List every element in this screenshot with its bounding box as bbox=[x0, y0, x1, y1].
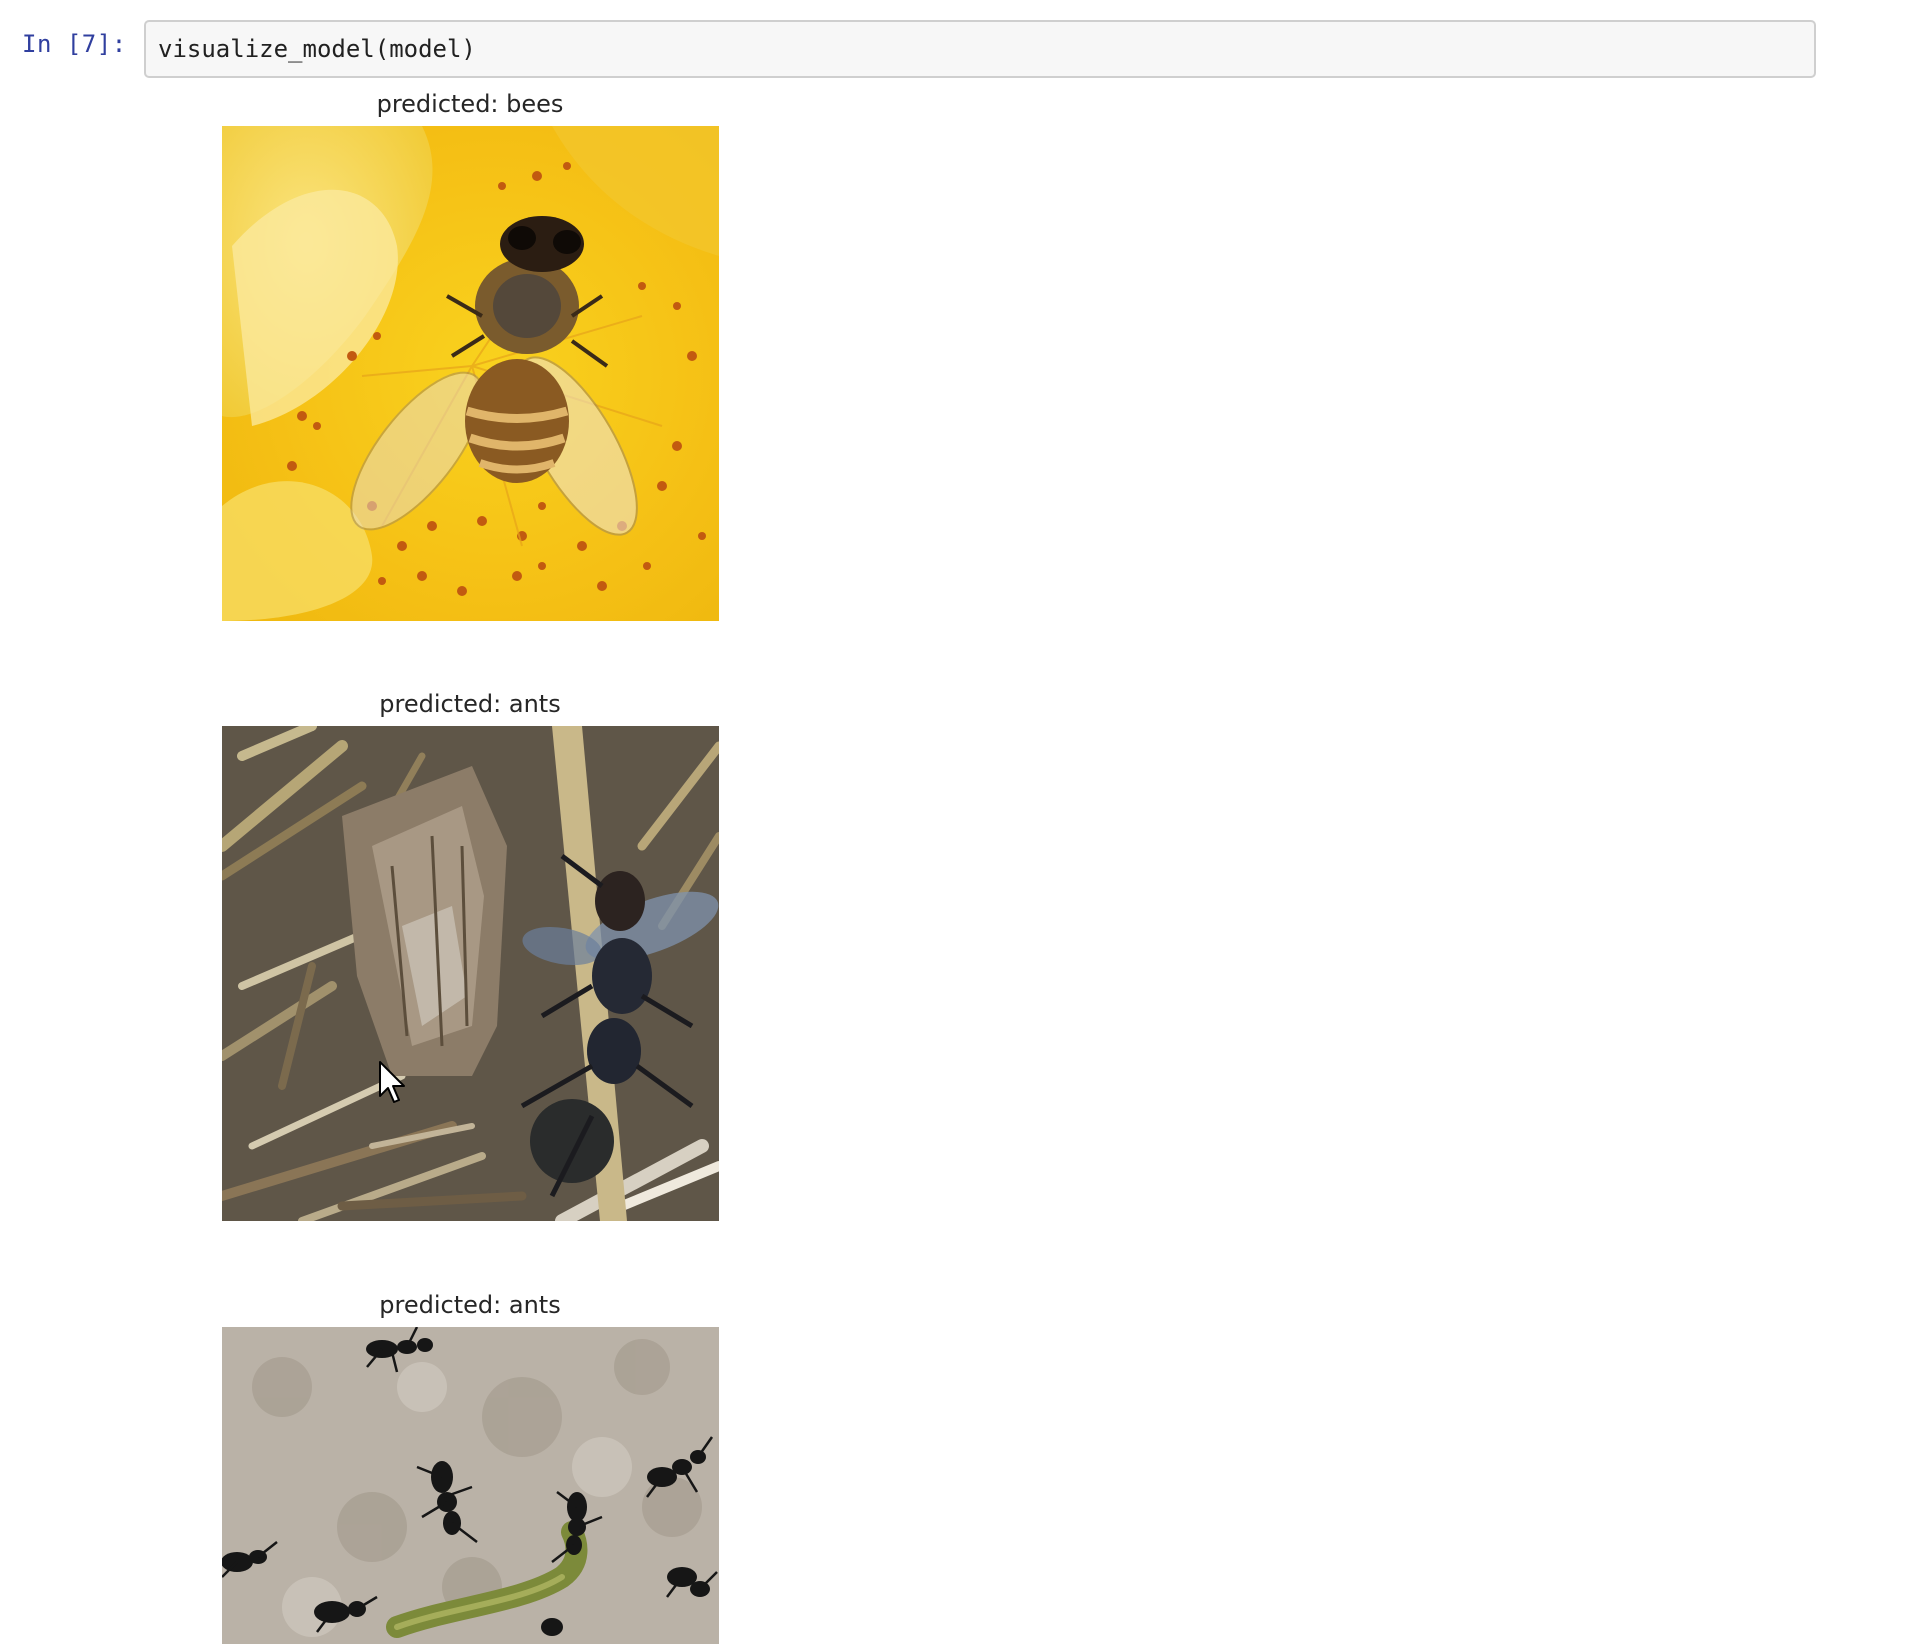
bee-on-flower-image bbox=[222, 126, 719, 621]
input-prompt: In [7]: bbox=[22, 30, 127, 58]
code-cell-editor[interactable]: visualize_model(model) bbox=[144, 20, 1816, 78]
figure-title: predicted: bees bbox=[376, 90, 564, 118]
mouse-pointer-icon bbox=[378, 1060, 408, 1104]
figure-title: predicted: ants bbox=[379, 1291, 561, 1319]
ants-on-soil-image bbox=[222, 1327, 719, 1644]
ant-on-debris-image bbox=[222, 726, 719, 1221]
cell-output-area: predicted: bees predicted: ants predicte… bbox=[0, 90, 1924, 1644]
notebook: In [7]: visualize_model(model) predicted… bbox=[0, 0, 1924, 1644]
figure-title: predicted: ants bbox=[379, 690, 561, 718]
code-text[interactable]: visualize_model(model) bbox=[158, 35, 476, 63]
